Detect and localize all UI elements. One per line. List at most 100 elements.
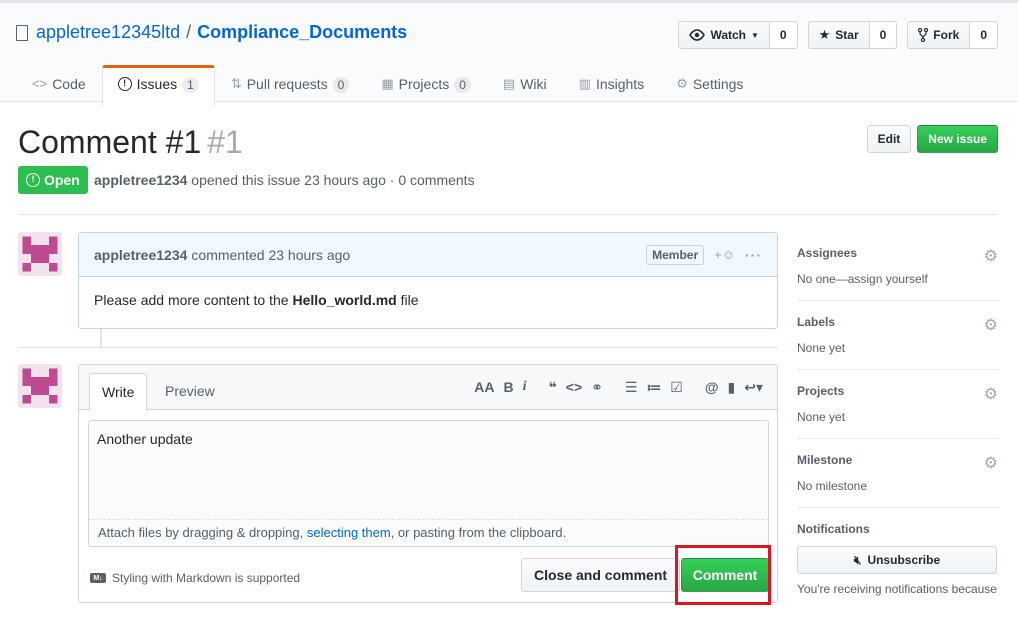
gear-icon[interactable]: ⚙	[984, 246, 998, 266]
issue-title-text: Comment #1	[18, 124, 202, 160]
gear-icon[interactable]: ⚙	[984, 315, 998, 335]
projects-title[interactable]: Projects	[797, 384, 998, 398]
repo-nav: <> Code ! Issues 1 ⇅ Pull requests 0 ▦ P…	[16, 65, 759, 106]
repo-header: appletree12345ltd / Compliance_Documents…	[0, 0, 1018, 106]
tab-pulls-label: Pull requests	[246, 76, 328, 92]
comment-body-bold: Hello_world.md	[292, 292, 397, 308]
notifications-title: Notifications	[797, 522, 870, 536]
repo-title: appletree12345ltd / Compliance_Documents	[16, 22, 407, 43]
tab-issues[interactable]: ! Issues 1	[101, 65, 215, 106]
bold-icon[interactable]: B	[504, 379, 514, 395]
italic-icon[interactable]: i	[523, 379, 527, 395]
watch-count[interactable]: 0	[769, 21, 798, 49]
comment-textarea[interactable]: Another update	[89, 421, 768, 519]
markdown-note-label: Styling with Markdown is supported	[112, 571, 301, 585]
tab-insights[interactable]: ▥ Insights	[563, 65, 661, 105]
comment-actions: Member +☺ ···	[646, 244, 762, 265]
unsubscribe-button[interactable]: 🔇︎ Unsubscribe	[797, 546, 997, 574]
fork-button[interactable]: Fork	[907, 21, 971, 49]
star-label: Star	[835, 28, 859, 42]
tasklist-icon[interactable]: ☑	[670, 379, 683, 395]
drop-text-prefix: Attach files by dragging & dropping,	[98, 525, 307, 540]
sidebar-assignees: Assignees ⚙ No one—assign yourself	[797, 232, 998, 301]
file-attachment-bar[interactable]: Attach files by dragging & dropping, sel…	[88, 519, 769, 547]
quote-icon[interactable]: ❝	[549, 379, 557, 395]
watch-button[interactable]: Watch ▼	[678, 21, 770, 49]
sidebar-notifications: Notifications 🔇︎ Unsubscribe You're rece…	[797, 508, 998, 610]
tab-pull-requests[interactable]: ⇅ Pull requests 0	[215, 65, 366, 105]
markdown-note[interactable]: M↓ Styling with Markdown is supported	[90, 571, 300, 585]
assignees-value[interactable]: No one—assign yourself	[797, 272, 998, 286]
avatar[interactable]	[18, 232, 62, 276]
link-icon[interactable]: ⚭	[591, 379, 603, 395]
project-icon: ▦	[381, 76, 394, 91]
tab-code-label: Code	[52, 76, 86, 92]
gear-icon[interactable]: ⚙	[984, 384, 998, 404]
issues-counter: 1	[182, 77, 199, 93]
select-files-link[interactable]: selecting them	[307, 525, 391, 540]
repo-owner-link[interactable]: appletree12345ltd	[36, 22, 180, 43]
issue-author-link[interactable]: appletree1234	[94, 172, 187, 188]
list-ordered-icon[interactable]: ≔	[646, 379, 661, 395]
add-reaction-icon[interactable]: +☺	[714, 247, 735, 262]
list-unordered-icon[interactable]: ☰	[625, 379, 638, 395]
member-badge: Member	[646, 244, 705, 265]
text-size-icon[interactable]: AA	[474, 379, 494, 395]
watch-label: Watch	[710, 28, 746, 42]
fork-icon	[918, 28, 929, 42]
reply-icon[interactable]: ↩▾	[744, 379, 763, 395]
kebab-horizontal-icon[interactable]: ···	[745, 247, 762, 263]
code-icon[interactable]: <>	[566, 379, 582, 395]
issue-opened-icon: !	[26, 173, 40, 187]
editor-tabnav: Write Preview AA B i ❝ <> ⚭ ☰ ≔ ☑ @ ▮ ↩▾	[79, 365, 777, 411]
new-issue-button[interactable]: New issue	[917, 125, 998, 153]
drop-text-suffix: , or pasting from the clipboard.	[390, 525, 567, 540]
repo-name-link[interactable]: Compliance_Documents	[197, 22, 407, 43]
milestone-title[interactable]: Milestone	[797, 453, 998, 467]
close-and-comment-button[interactable]: Close and comment	[521, 558, 681, 592]
comment-button[interactable]: Comment	[681, 558, 769, 592]
star-button[interactable]: ★ Star	[807, 21, 870, 49]
tab-preview[interactable]: Preview	[153, 373, 227, 410]
sidebar-labels: Labels ⚙ None yet	[797, 301, 998, 370]
repo-actions: Watch ▼ 0 ★ Star 0 Fork 0	[678, 21, 998, 49]
mention-icon[interactable]: @	[705, 379, 719, 395]
watch-group: Watch ▼ 0	[678, 21, 798, 49]
edit-button[interactable]: Edit	[866, 125, 912, 153]
markdown-toolbar: AA B i ❝ <> ⚭ ☰ ≔ ☑ @ ▮ ↩▾	[474, 379, 763, 395]
book-icon: ▤	[502, 76, 516, 91]
star-icon: ★	[818, 27, 831, 42]
tab-wiki[interactable]: ▤ Wiki	[487, 65, 563, 105]
fork-count[interactable]: 0	[970, 21, 998, 49]
assignees-title[interactable]: Assignees	[797, 246, 998, 260]
markdown-icon: M↓	[90, 573, 106, 583]
star-count[interactable]: 0	[869, 21, 898, 49]
comment-author-link[interactable]: appletree1234	[94, 247, 187, 263]
bookmark-icon[interactable]: ▮	[728, 379, 736, 395]
labels-title[interactable]: Labels	[797, 315, 998, 329]
mute-icon: 🔇︎	[853, 552, 862, 567]
tab-write[interactable]: Write	[89, 373, 148, 411]
projects-counter: 0	[454, 77, 471, 93]
sidebar-projects: Projects ⚙ None yet	[797, 370, 998, 439]
code-icon: <>	[32, 76, 48, 91]
tab-issues-label: Issues	[136, 76, 178, 92]
avatar[interactable]	[18, 364, 62, 408]
toolbar-group-list: ☰ ≔ ☑	[625, 379, 683, 395]
pulls-counter: 0	[332, 77, 350, 93]
tab-settings[interactable]: ⚙ Settings	[660, 65, 759, 105]
git-pull-request-icon: ⇅	[230, 76, 242, 91]
unsubscribe-label: Unsubscribe	[867, 553, 941, 567]
gear-icon[interactable]: ⚙	[984, 453, 998, 473]
new-comment-form: Write Preview AA B i ❝ <> ⚭ ☰ ≔ ☑ @ ▮ ↩▾	[78, 364, 778, 603]
star-group: ★ Star 0	[807, 21, 898, 49]
milestone-value: No milestone	[797, 479, 868, 493]
tab-code[interactable]: <> Code	[16, 65, 102, 105]
sidebar-milestone: Milestone ⚙ No milestone	[797, 439, 998, 508]
tab-wiki-label: Wiki	[520, 76, 547, 92]
comment: appletree1234 commented 23 hours ago Mem…	[78, 232, 778, 329]
tab-projects[interactable]: ▦ Projects 0	[365, 65, 487, 105]
comment-time[interactable]: commented 23 hours ago	[191, 247, 350, 263]
comment-header: appletree1234 commented 23 hours ago Mem…	[79, 233, 777, 277]
toolbar-group-text: AA B i	[474, 379, 526, 395]
